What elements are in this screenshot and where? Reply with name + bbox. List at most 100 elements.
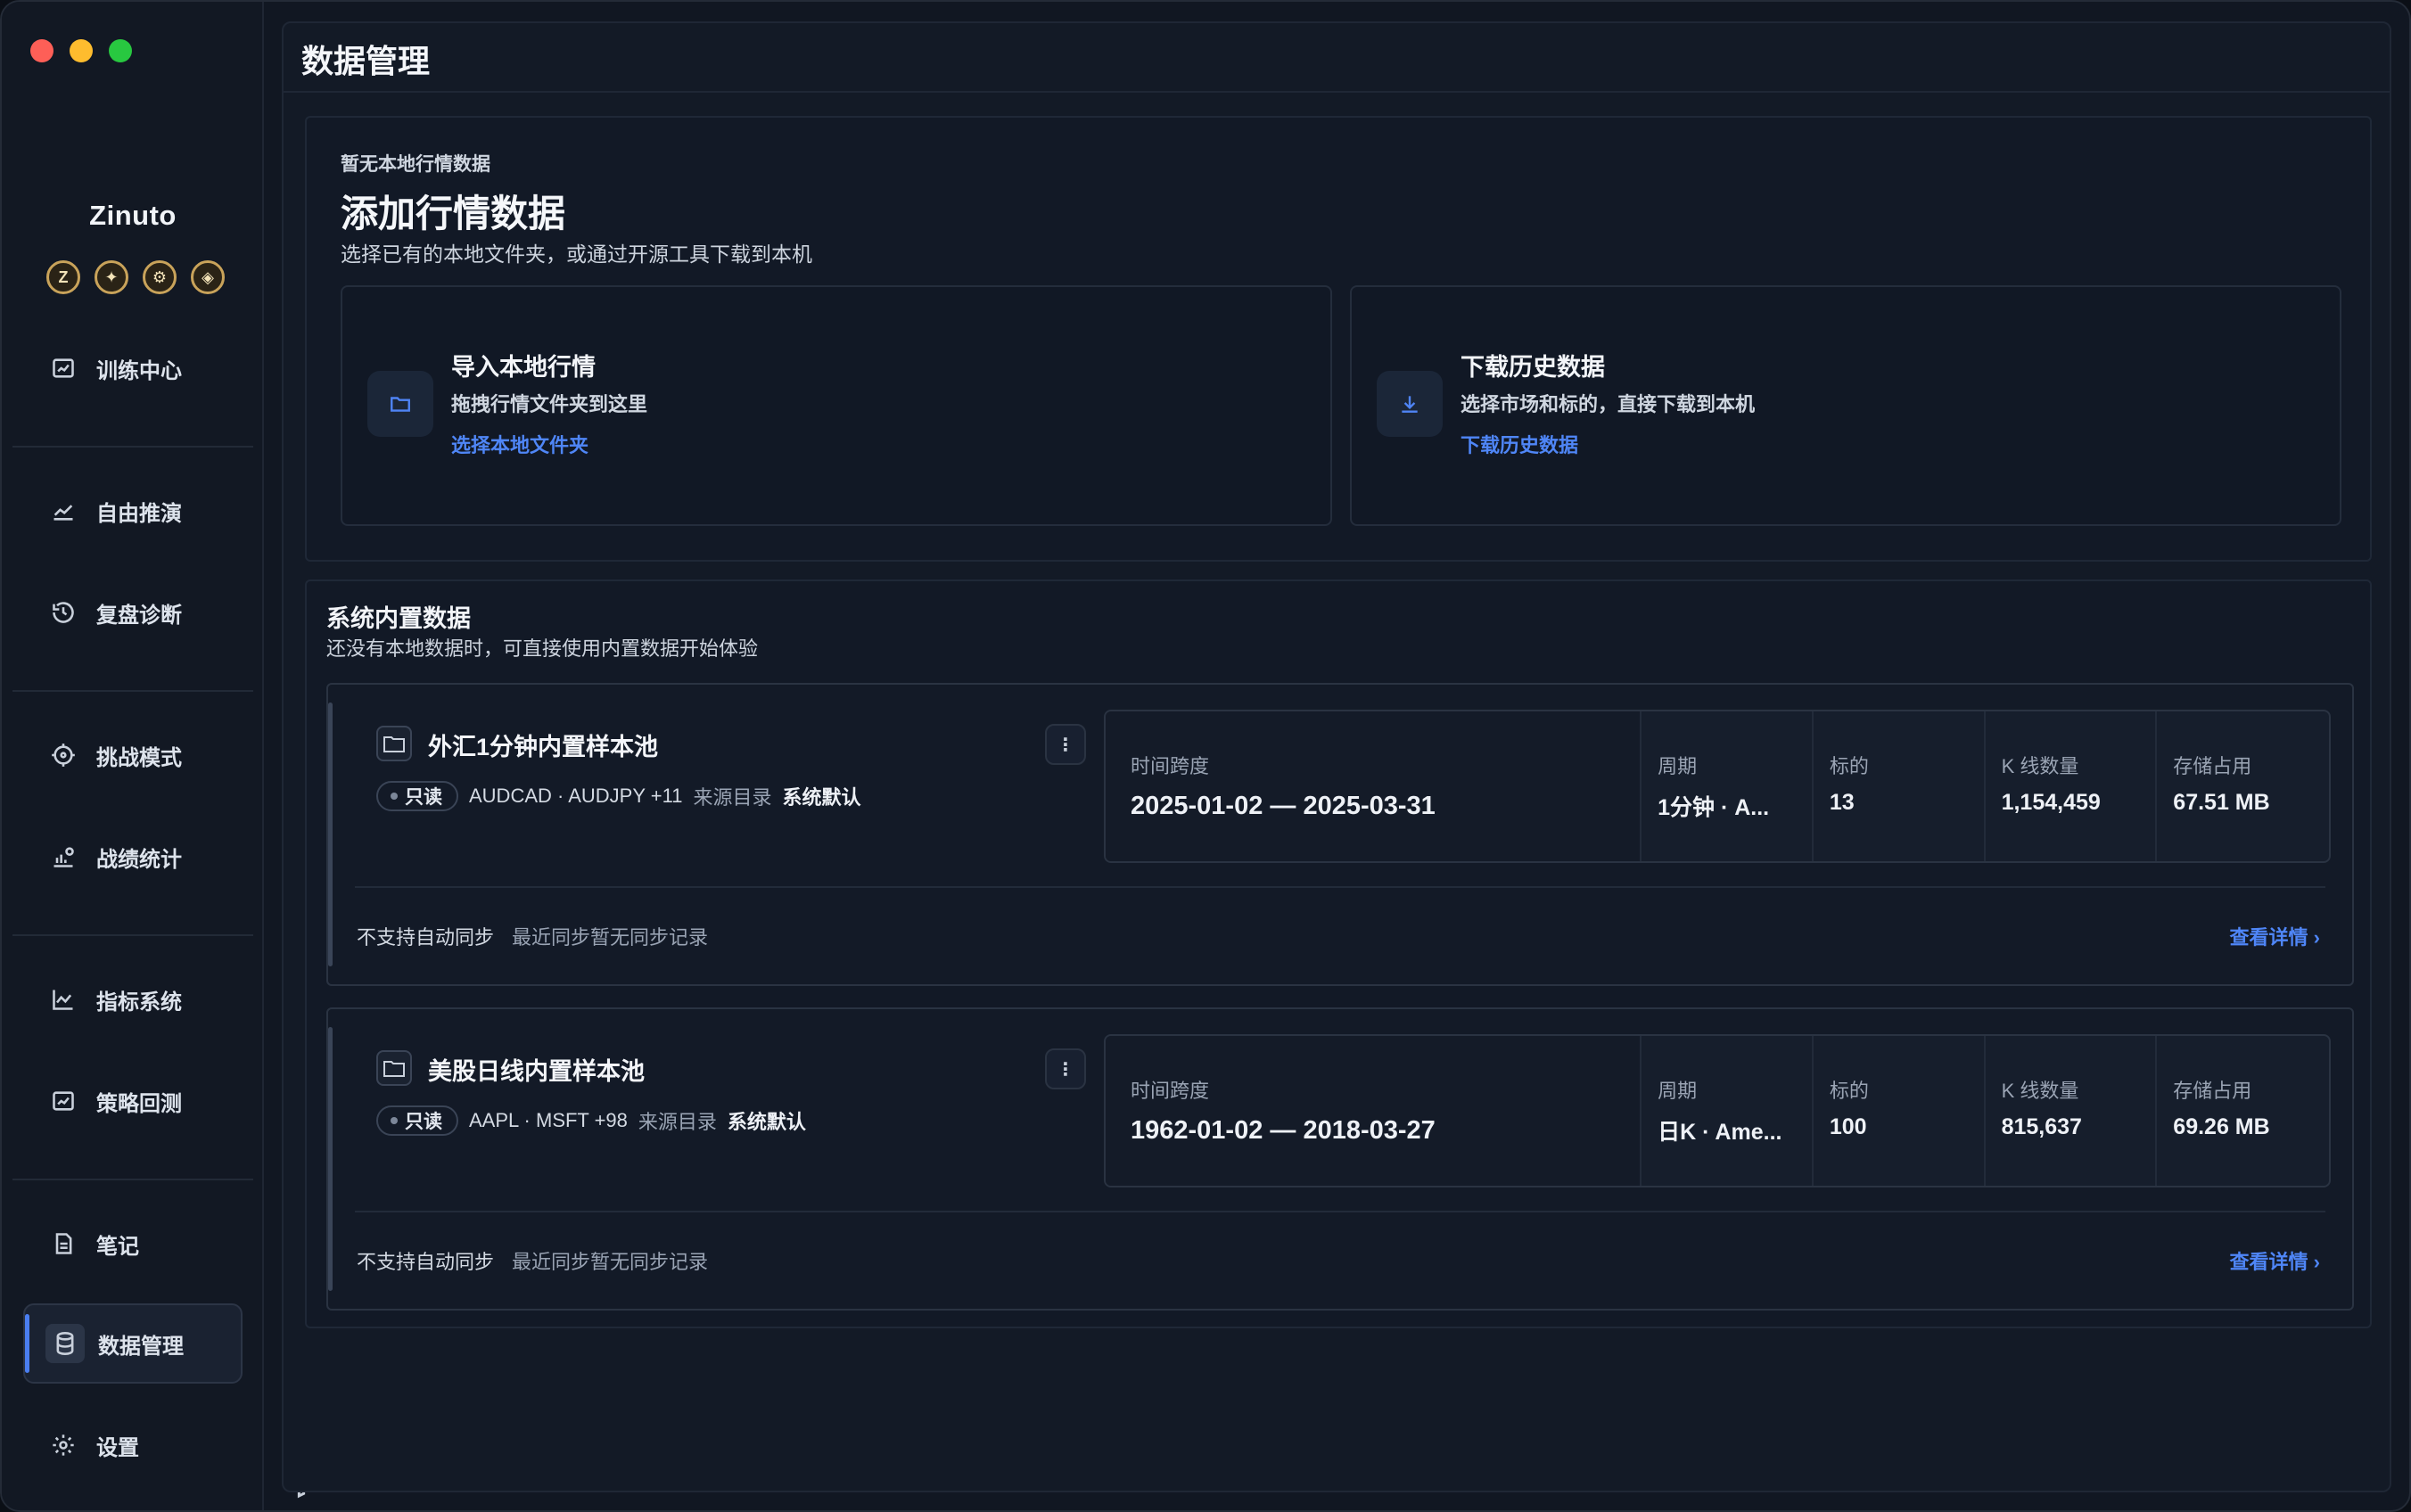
image-chart-icon <box>50 1088 77 1114</box>
database-icon <box>45 1324 85 1363</box>
dataset-card[interactable]: 美股日线内置样本池 只读 AAPL · MSFT +98 来源目录 系统默认 ⋮… <box>326 1007 2354 1311</box>
coin-badge[interactable]: ✦ <box>95 260 128 294</box>
dataset-name: 美股日线内置样本池 <box>428 1058 645 1085</box>
more-options-button[interactable]: ⋮ <box>1045 724 1086 765</box>
choose-folder-link[interactable]: 选择本地文件夹 <box>451 430 588 458</box>
maximize-window-button[interactable] <box>109 39 132 62</box>
sidebar-item-free-play[interactable]: 自由推演 <box>23 471 243 551</box>
sidebar-item-label: 复盘诊断 <box>96 603 182 628</box>
source-value: 系统默认 <box>782 786 861 809</box>
card-divider <box>355 886 2325 888</box>
stat-value: 67.51 MB <box>2173 790 2270 815</box>
builtin-subtitle: 还没有本地数据时，可直接使用内置数据开始体验 <box>326 637 759 660</box>
sidebar: Zinuto Z ✦ ⚙ ◈ 训练中心 自由推演 复盘诊断 挑战模式 战绩统计 <box>2 2 264 1510</box>
dataset-card[interactable]: 外汇1分钟内置样本池 只读 AUDCAD · AUDJPY +11 来源目录 系… <box>326 683 2354 986</box>
sync-info: 不支持自动同步 最近同步暂无同步记录 <box>357 922 708 950</box>
sidebar-item-review[interactable]: 复盘诊断 <box>23 572 243 653</box>
coin-badge[interactable]: Z <box>46 260 80 294</box>
sync-status: 不支持自动同步 <box>357 1251 495 1273</box>
download-icon <box>1377 371 1443 437</box>
dataset-stats: 时间跨度 2025-01-02 — 2025-03-31 周期 1分钟 · A.… <box>1104 710 2331 863</box>
status-dot <box>391 793 398 800</box>
import-local-card[interactable]: 导入本地行情 拖拽行情文件夹到这里 选择本地文件夹 <box>341 285 1332 526</box>
readonly-label: 只读 <box>405 1112 442 1132</box>
window-controls <box>30 39 132 62</box>
image-chart-icon <box>50 355 77 382</box>
last-sync: 最近同步暂无同步记录 <box>512 926 709 949</box>
history-icon <box>50 599 77 626</box>
stat-label: 时间跨度 <box>1131 755 1210 777</box>
stat-value: 13 <box>1829 790 1855 815</box>
sidebar-item-notes[interactable]: 笔记 <box>23 1204 243 1284</box>
source-value: 系统默认 <box>727 1111 806 1133</box>
gear-icon <box>50 1432 77 1459</box>
readonly-badge: 只读 <box>376 1105 458 1136</box>
sidebar-item-label: 战绩统计 <box>96 847 182 872</box>
stat-value: 2025-01-02 — 2025-03-31 <box>1131 792 1436 820</box>
folder-icon <box>367 371 433 437</box>
sidebar-item-label: 自由推演 <box>96 501 182 526</box>
trend-line-icon <box>50 497 77 524</box>
stat-label: 时间跨度 <box>1131 1080 1210 1102</box>
download-title: 下载历史数据 <box>1461 354 1605 381</box>
stat-storage: 存储占用 69.26 MB <box>2157 1036 2329 1186</box>
page-title: 数据管理 <box>301 43 431 79</box>
stat-label: 标的 <box>1829 1080 1869 1102</box>
bar-user-icon <box>50 843 77 870</box>
stat-label: 存储占用 <box>2173 1080 2252 1102</box>
stat-label: K 线数量 <box>2001 1080 2079 1102</box>
dataset-meta: 只读 AUDCAD · AUDJPY +11 来源目录 系统默认 <box>376 781 860 811</box>
stat-value: 1962-01-02 — 2018-03-27 <box>1131 1116 1436 1145</box>
status-dot <box>391 1117 398 1124</box>
sidebar-item-stats[interactable]: 战绩统计 <box>23 817 243 897</box>
stat-label: 周期 <box>1658 755 1698 777</box>
sidebar-divider <box>12 446 253 448</box>
view-details-link[interactable]: 查看详情 › <box>2230 922 2320 950</box>
readonly-badge: 只读 <box>376 781 458 811</box>
stat-time-span: 时间跨度 2025-01-02 — 2025-03-31 <box>1106 711 1642 861</box>
sidebar-item-data-management[interactable]: 数据管理 <box>23 1303 243 1384</box>
coin-badge[interactable]: ◈ <box>191 260 225 294</box>
sidebar-item-label: 指标系统 <box>96 990 182 1015</box>
download-history-card[interactable]: 下载历史数据 选择市场和标的，直接下载到本机 下载历史数据 <box>1350 285 2341 526</box>
folder-icon <box>376 1050 412 1086</box>
sidebar-item-label: 设置 <box>96 1435 139 1460</box>
sidebar-divider <box>12 1179 253 1180</box>
sidebar-item-label: 笔记 <box>96 1234 139 1259</box>
builtin-data-panel: 系统内置数据 还没有本地数据时，可直接使用内置数据开始体验 外汇1分钟内置样本池… <box>305 579 2372 1328</box>
sidebar-item-settings[interactable]: 设置 <box>23 1405 243 1485</box>
sync-status: 不支持自动同步 <box>357 926 495 949</box>
add-data-subtitle: 选择已有的本地文件夹，或通过开源工具下载到本机 <box>341 242 812 266</box>
stat-value: 815,637 <box>2001 1114 2082 1139</box>
stat-label: 标的 <box>1829 755 1869 777</box>
document-icon <box>50 1230 77 1257</box>
builtin-title: 系统内置数据 <box>326 605 471 632</box>
minimize-window-button[interactable] <box>70 39 93 62</box>
import-title: 导入本地行情 <box>451 354 596 381</box>
download-history-link[interactable]: 下载历史数据 <box>1461 430 1578 458</box>
sidebar-item-training[interactable]: 训练中心 <box>23 328 243 408</box>
sidebar-item-backtest[interactable]: 策略回测 <box>23 1061 243 1141</box>
target-icon <box>50 742 77 768</box>
achievement-coins: Z ✦ ⚙ ◈ <box>46 260 225 294</box>
stat-value: 1分钟 · A... <box>1658 795 1770 820</box>
view-details-link[interactable]: 查看详情 › <box>2230 1246 2320 1275</box>
sidebar-item-indicators[interactable]: 指标系统 <box>23 959 243 1040</box>
app-window: Zinuto Z ✦ ⚙ ◈ 训练中心 自由推演 复盘诊断 挑战模式 战绩统计 <box>0 0 2411 1512</box>
last-sync: 最近同步暂无同步记录 <box>512 1251 709 1273</box>
stat-label: K 线数量 <box>2001 755 2079 777</box>
brand-name: Zinuto <box>89 200 177 231</box>
stat-value: 日K · Ame... <box>1658 1120 1782 1145</box>
source-label: 来源目录 <box>638 1111 717 1133</box>
coin-badge[interactable]: ⚙ <box>143 260 177 294</box>
stat-time-span: 时间跨度 1962-01-02 — 2018-03-27 <box>1106 1036 1642 1186</box>
close-window-button[interactable] <box>30 39 53 62</box>
stat-value: 69.26 MB <box>2173 1114 2270 1139</box>
more-options-button[interactable]: ⋮ <box>1045 1048 1086 1089</box>
folder-icon <box>376 726 412 761</box>
sidebar-item-challenge[interactable]: 挑战模式 <box>23 715 243 795</box>
import-desc: 拖拽行情文件夹到这里 <box>451 393 648 415</box>
stat-period: 周期 1分钟 · A... <box>1642 711 1814 861</box>
sidebar-item-label: 数据管理 <box>98 1334 184 1359</box>
source-label: 来源目录 <box>693 786 772 809</box>
